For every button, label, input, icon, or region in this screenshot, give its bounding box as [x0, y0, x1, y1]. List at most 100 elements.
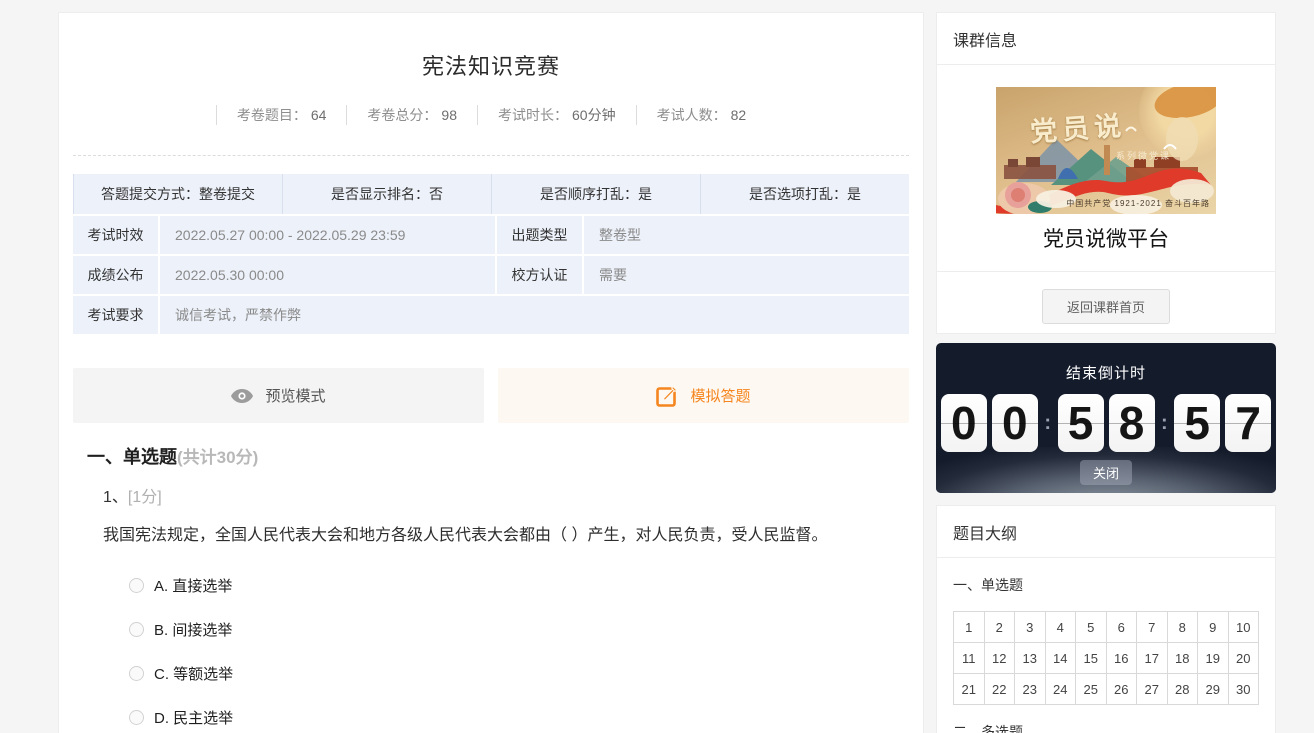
- flip-digit-minute-ones: 8: [1109, 394, 1155, 452]
- radio-button[interactable]: [129, 622, 144, 637]
- exam-stats-row: 考卷题目： 64 考卷总分： 98 考试时长： 60分钟 考试人数： 82: [73, 105, 909, 125]
- banner-footer-text: 中国共产党 1921-2021 奋斗百年路: [1066, 198, 1210, 209]
- course-info-header: 课群信息: [937, 13, 1275, 65]
- radio-button[interactable]: [129, 578, 144, 593]
- question-text: 我国宪法规定，全国人民代表大会和地方各级人民代表大会都由（ ）产生，对人民负责，…: [103, 521, 893, 551]
- option-row[interactable]: D. 民主选举: [129, 707, 909, 728]
- question-number-cell[interactable]: 11: [954, 643, 985, 674]
- flip-clock: 0 0 : 5 8 : 5 7: [936, 394, 1276, 452]
- question-number-cell[interactable]: 6: [1107, 612, 1138, 643]
- row-label: 考试要求: [73, 296, 158, 334]
- stat-value: 82: [731, 107, 747, 123]
- preview-mode-label: 预览模式: [265, 385, 325, 406]
- clock-colon: :: [1161, 412, 1168, 435]
- option-label: D. 民主选举: [154, 707, 233, 728]
- outline-header: 题目大纲: [937, 506, 1275, 558]
- question-number-cell[interactable]: 5: [1076, 612, 1107, 643]
- question-number-cell[interactable]: 13: [1015, 643, 1046, 674]
- radio-button[interactable]: [129, 710, 144, 725]
- question-number-cell[interactable]: 26: [1107, 674, 1138, 705]
- stat-item: 考卷总分： 98: [346, 105, 477, 125]
- close-countdown-button[interactable]: 关闭: [1080, 460, 1132, 485]
- flip-digit-second-ones: 7: [1225, 394, 1271, 452]
- question-number-cell[interactable]: 20: [1229, 643, 1260, 674]
- row-label: 出题类型: [497, 216, 582, 254]
- question-number-cell[interactable]: 14: [1046, 643, 1077, 674]
- question-number-cell[interactable]: 8: [1168, 612, 1199, 643]
- question-number-cell[interactable]: 10: [1229, 612, 1260, 643]
- flip-digit-minute-tens: 5: [1058, 394, 1104, 452]
- countdown-panel: 结束倒计时 0 0 : 5 8 : 5 7 关闭: [936, 343, 1276, 493]
- preview-mode-button[interactable]: 预览模式: [73, 368, 484, 423]
- option-label: C. 等额选举: [154, 663, 233, 684]
- question-number-cell[interactable]: 22: [985, 674, 1016, 705]
- exam-info-table: 答题提交方式：整卷提交 是否显示排名：否 是否顺序打乱：是 是否选项打乱：是 考…: [73, 174, 909, 334]
- countdown-title: 结束倒计时: [936, 343, 1276, 383]
- page-title: 宪法知识竞赛: [73, 49, 909, 81]
- question-number-cell[interactable]: 1: [954, 612, 985, 643]
- question-number-cell[interactable]: 25: [1076, 674, 1107, 705]
- question-number-cell[interactable]: 3: [1015, 612, 1046, 643]
- question-outline-panel: 题目大纲 一、单选题 1 2 3 4 5 6 7 8 9 10 11 12 13: [936, 505, 1276, 733]
- course-banner-image: 党员说 系列微党课 中国共产党 1921-2021 奋斗百年路: [996, 87, 1216, 214]
- row-value: 2022.05.27 00:00 - 2022.05.29 23:59: [160, 216, 495, 254]
- stat-value: 60分钟: [572, 105, 616, 125]
- platform-name: 党员说微平台: [937, 223, 1275, 253]
- option-row[interactable]: A. 直接选举: [129, 575, 909, 596]
- section-heading: 一、单选题(共计30分): [87, 443, 909, 469]
- table-row: 成绩公布 2022.05.30 00:00 校方认证 需要: [73, 256, 909, 294]
- row-value: 整卷型: [584, 216, 909, 254]
- outline-section-single-choice: 一、单选题: [953, 575, 1275, 595]
- simulate-answer-label: 模拟答题: [690, 385, 750, 406]
- question-number-cell[interactable]: 17: [1137, 643, 1168, 674]
- banner-subtitle-text: 系列微党课: [1116, 149, 1171, 162]
- option-row[interactable]: C. 等额选举: [129, 663, 909, 684]
- outline-section-multi-choice: 二、多选题: [953, 722, 1275, 733]
- question-number-cell[interactable]: 21: [954, 674, 985, 705]
- question-number-cell[interactable]: 19: [1198, 643, 1229, 674]
- question-number-cell[interactable]: 12: [985, 643, 1016, 674]
- question-number-cell[interactable]: 24: [1046, 674, 1077, 705]
- flip-digit-hour-tens: 0: [941, 394, 987, 452]
- question-number-cell[interactable]: 2: [985, 612, 1016, 643]
- section-score: (共计30分): [177, 448, 258, 467]
- stat-value: 64: [311, 107, 327, 123]
- radio-button[interactable]: [129, 666, 144, 681]
- question-number-cell[interactable]: 15: [1076, 643, 1107, 674]
- edit-pencil-icon: [656, 385, 678, 407]
- question-number-cell[interactable]: 18: [1168, 643, 1199, 674]
- stat-value: 98: [441, 107, 457, 123]
- table-row: 考试时效 2022.05.27 00:00 - 2022.05.29 23:59…: [73, 216, 909, 254]
- question-number-cell[interactable]: 29: [1198, 674, 1229, 705]
- row-value: 诚信考试，严禁作弊: [160, 296, 909, 334]
- question-number-cell[interactable]: 27: [1137, 674, 1168, 705]
- stat-label: 考试时长：: [498, 105, 568, 125]
- row-value: 2022.05.30 00:00: [160, 256, 495, 294]
- row-label: 考试时效: [73, 216, 158, 254]
- question-number-cell[interactable]: 23: [1015, 674, 1046, 705]
- question-number-cell[interactable]: 4: [1046, 612, 1077, 643]
- stat-item: 考试人数： 82: [636, 105, 767, 125]
- row-label: 成绩公布: [73, 256, 158, 294]
- question-number-cell[interactable]: 30: [1229, 674, 1260, 705]
- simulate-answer-button[interactable]: 模拟答题: [498, 368, 909, 423]
- question-number-cell[interactable]: 7: [1137, 612, 1168, 643]
- back-to-course-button[interactable]: 返回课群首页: [1042, 289, 1170, 324]
- setting-cell: 答题提交方式：整卷提交: [73, 174, 282, 214]
- setting-cell: 是否选项打乱：是: [700, 174, 909, 214]
- question-number-cell[interactable]: 9: [1198, 612, 1229, 643]
- options-list: A. 直接选举 B. 间接选举 C. 等额选举 D. 民主选举: [129, 575, 909, 728]
- question-score: [1分]: [128, 489, 162, 506]
- option-row[interactable]: B. 间接选举: [129, 619, 909, 640]
- flip-digit-hour-ones: 0: [992, 394, 1038, 452]
- flip-digit-second-tens: 5: [1174, 394, 1220, 452]
- stat-label: 考试人数：: [657, 105, 727, 125]
- banner-title-text: 党员说: [1029, 104, 1127, 150]
- mode-buttons-row: 预览模式 模拟答题: [73, 368, 909, 423]
- question-number-cell[interactable]: 28: [1168, 674, 1199, 705]
- row-label: 校方认证: [497, 256, 582, 294]
- question-number: 1、: [103, 489, 128, 506]
- stat-label: 考卷总分：: [367, 105, 437, 125]
- question-number-cell[interactable]: 16: [1107, 643, 1138, 674]
- row-value: 需要: [584, 256, 909, 294]
